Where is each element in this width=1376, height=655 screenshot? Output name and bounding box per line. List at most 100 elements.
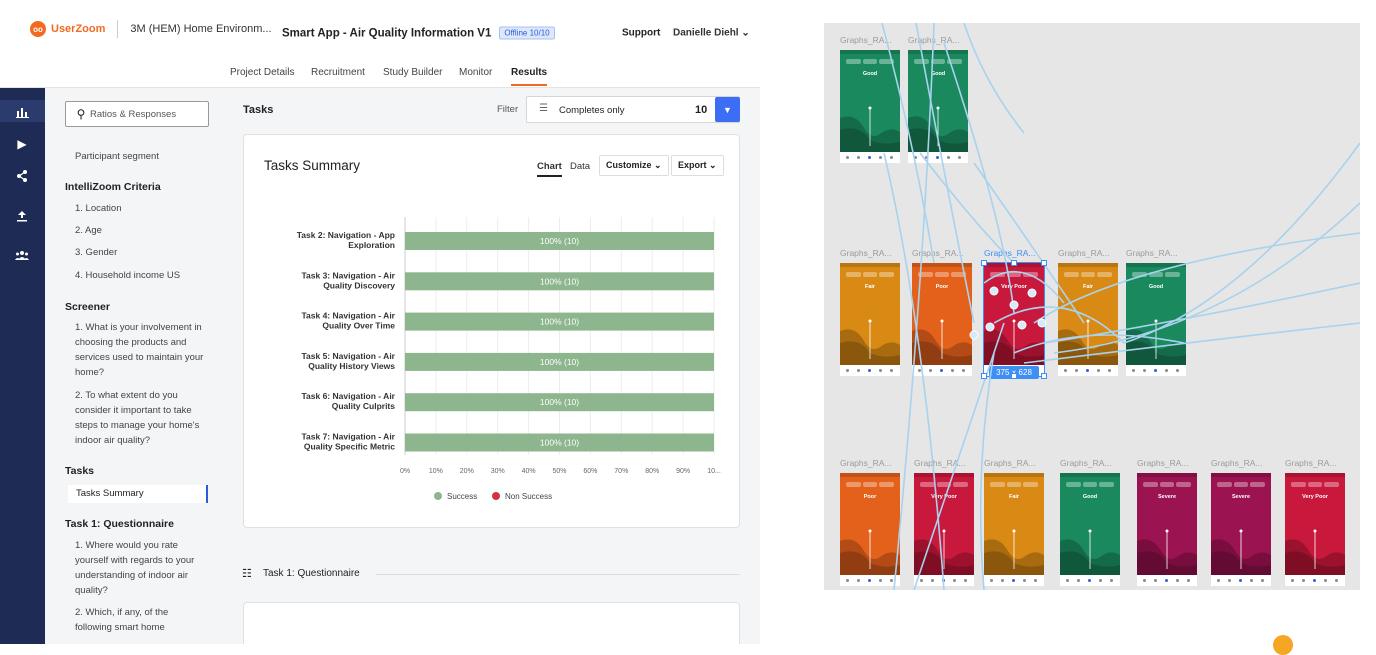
bar-data-label: 100% (10) bbox=[540, 276, 579, 286]
connector-line bbox=[973, 162, 1085, 324]
screener-heading: Screener bbox=[65, 301, 110, 313]
connector-node[interactable] bbox=[1037, 318, 1047, 328]
design-canvas[interactable]: Graphs_RA... Good Graphs_RA... Good Graphs_R… bbox=[824, 23, 1360, 590]
share-icon[interactable] bbox=[14, 170, 30, 186]
category-label: Quality Culprits bbox=[332, 401, 396, 411]
x-tick-label: 0% bbox=[400, 468, 410, 475]
legend-label: Non Success bbox=[505, 492, 552, 501]
bar-chart-icon[interactable] bbox=[0, 100, 45, 122]
selection-handle[interactable] bbox=[981, 260, 987, 266]
tasks-summary-link[interactable]: Tasks Summary bbox=[68, 485, 208, 503]
tab-recruitment[interactable]: Recruitment bbox=[311, 67, 365, 78]
connector-line bbox=[913, 322, 1005, 590]
logo-text: UserZoom bbox=[51, 23, 106, 35]
tab-results[interactable]: Results bbox=[511, 67, 548, 86]
connector-line bbox=[1023, 322, 1360, 364]
x-tick-label: 70% bbox=[614, 468, 628, 475]
filter-dropdown[interactable]: ☰ Completes only 10 bbox=[526, 96, 740, 123]
connector-node[interactable] bbox=[989, 286, 999, 296]
selection-handle[interactable] bbox=[1041, 260, 1047, 266]
selection-handle[interactable] bbox=[1011, 260, 1017, 266]
task1-section-title: Task 1: Questionnaire bbox=[263, 568, 360, 579]
side-rail: ▶ bbox=[0, 88, 45, 644]
criteria-household-income[interactable]: 4. Household income US bbox=[75, 268, 205, 283]
connector-line bbox=[881, 23, 935, 264]
category-label: Quality Discovery bbox=[323, 280, 395, 290]
project-nav-tabs: Project Details Recruitment Study Builde… bbox=[0, 58, 760, 88]
category-label: Task 3: Navigation - Air bbox=[301, 270, 395, 280]
organization-name[interactable]: 3M (HEM) Home Environm... bbox=[130, 23, 271, 35]
list-icon: ☷ bbox=[242, 568, 252, 580]
filter-value: Completes only bbox=[559, 105, 625, 116]
upload-icon[interactable] bbox=[14, 210, 30, 226]
screener-question-2[interactable]: 2. To what extent do you consider it imp… bbox=[75, 388, 205, 448]
search-input[interactable]: ⚲ Ratios & Responses bbox=[65, 101, 209, 127]
legend-label: Success bbox=[447, 492, 477, 501]
tab-study-builder[interactable]: Study Builder bbox=[383, 67, 442, 78]
selection-handle[interactable] bbox=[1011, 373, 1017, 379]
category-label: Task 4: Navigation - Air bbox=[301, 311, 395, 321]
task1-question-2[interactable]: 2. Which, if any, of the following smart… bbox=[75, 605, 205, 635]
support-link[interactable]: Support bbox=[622, 28, 660, 39]
connector-node[interactable] bbox=[985, 322, 995, 332]
divider bbox=[117, 20, 119, 38]
filter-count: 10 bbox=[695, 104, 708, 116]
connector-node[interactable] bbox=[1009, 300, 1019, 310]
x-tick-label: 50% bbox=[552, 468, 566, 475]
users-icon[interactable] bbox=[14, 248, 30, 264]
search-icon: ⚲ bbox=[76, 107, 86, 121]
selection-handle[interactable] bbox=[1041, 373, 1047, 379]
x-tick-label: 30% bbox=[491, 468, 505, 475]
category-label: Quality Over Time bbox=[322, 321, 395, 331]
legend-marker bbox=[434, 492, 442, 500]
tab-monitor[interactable]: Monitor bbox=[459, 67, 492, 78]
category-label: Quality Specific Metric bbox=[304, 442, 395, 452]
connector-line bbox=[1043, 282, 1360, 344]
tab-project-details[interactable]: Project Details bbox=[230, 67, 294, 78]
tasks-summary-chart: 0% 10% 20% 30% 40% 50% 60% 70% 80% 90% 10... 100% (… bbox=[297, 217, 721, 501]
connector-line bbox=[1053, 202, 1360, 354]
x-tick-label: 80% bbox=[645, 468, 659, 475]
connector-line bbox=[915, 23, 975, 324]
connector-node[interactable] bbox=[969, 330, 979, 340]
user-menu[interactable]: Danielle Diehl ⌄ bbox=[673, 28, 750, 39]
category-label: Task 5: Navigation - Air bbox=[301, 351, 395, 361]
x-tick-label: 10% bbox=[429, 468, 443, 475]
userzoom-logo[interactable]: oo UserZoom bbox=[30, 21, 105, 37]
connector-line bbox=[893, 23, 935, 590]
connector-line bbox=[919, 152, 1015, 264]
category-label: Task 7: Navigation - Air bbox=[301, 432, 395, 442]
connector-node[interactable] bbox=[1027, 288, 1037, 298]
study-title-text: Smart App - Air Quality Information V1 bbox=[282, 27, 492, 39]
connector-node[interactable] bbox=[1017, 320, 1027, 330]
legend-marker bbox=[492, 492, 500, 500]
intellizoom-heading: IntelliZoom Criteria bbox=[65, 181, 161, 193]
bar-data-label: 100% (10) bbox=[540, 397, 579, 407]
bar-data-label: 100% (10) bbox=[540, 357, 579, 367]
selection-handle[interactable] bbox=[981, 373, 987, 379]
userzoom-app: oo UserZoom 3M (HEM) Home Environm... Sm… bbox=[0, 0, 760, 644]
category-label: Quality History Views bbox=[308, 361, 395, 371]
task1-question-1[interactable]: 1. Where would you rate yourself with re… bbox=[75, 538, 205, 598]
tasks-title: Tasks bbox=[243, 104, 274, 116]
study-title: Smart App - Air Quality Information V1 O… bbox=[282, 26, 555, 40]
chevron-down-icon[interactable]: ▼ bbox=[715, 97, 740, 122]
screener-question-1[interactable]: 1. What is your involvement in choosing … bbox=[75, 320, 205, 380]
play-icon[interactable]: ▶ bbox=[14, 136, 30, 152]
bar-data-label: 100% (10) bbox=[540, 317, 579, 327]
tasks-summary-card: Tasks Summary Chart Data Customize ⌄ Exp… bbox=[243, 134, 740, 528]
criteria-gender[interactable]: 3. Gender bbox=[75, 245, 205, 260]
filter-sliders-icon: ☰ bbox=[539, 103, 548, 114]
results-main: Tasks Filter ☰ Completes only 10 ▼ Tasks… bbox=[230, 88, 760, 644]
tasks-summary-label: Tasks Summary bbox=[76, 488, 144, 499]
category-label: Task 2: Navigation - App bbox=[297, 230, 395, 240]
connector-line bbox=[963, 23, 1025, 134]
criteria-age[interactable]: 2. Age bbox=[75, 223, 205, 238]
search-placeholder: Ratios & Responses bbox=[90, 108, 177, 120]
criteria-location[interactable]: 1. Location bbox=[75, 201, 205, 216]
x-tick-label: 60% bbox=[583, 468, 597, 475]
prototype-connectors bbox=[881, 23, 1360, 590]
help-badge-icon[interactable] bbox=[1273, 635, 1293, 655]
participant-segment-link[interactable]: Participant segment bbox=[75, 149, 205, 164]
task1-heading: Task 1: Questionnaire bbox=[65, 518, 174, 530]
